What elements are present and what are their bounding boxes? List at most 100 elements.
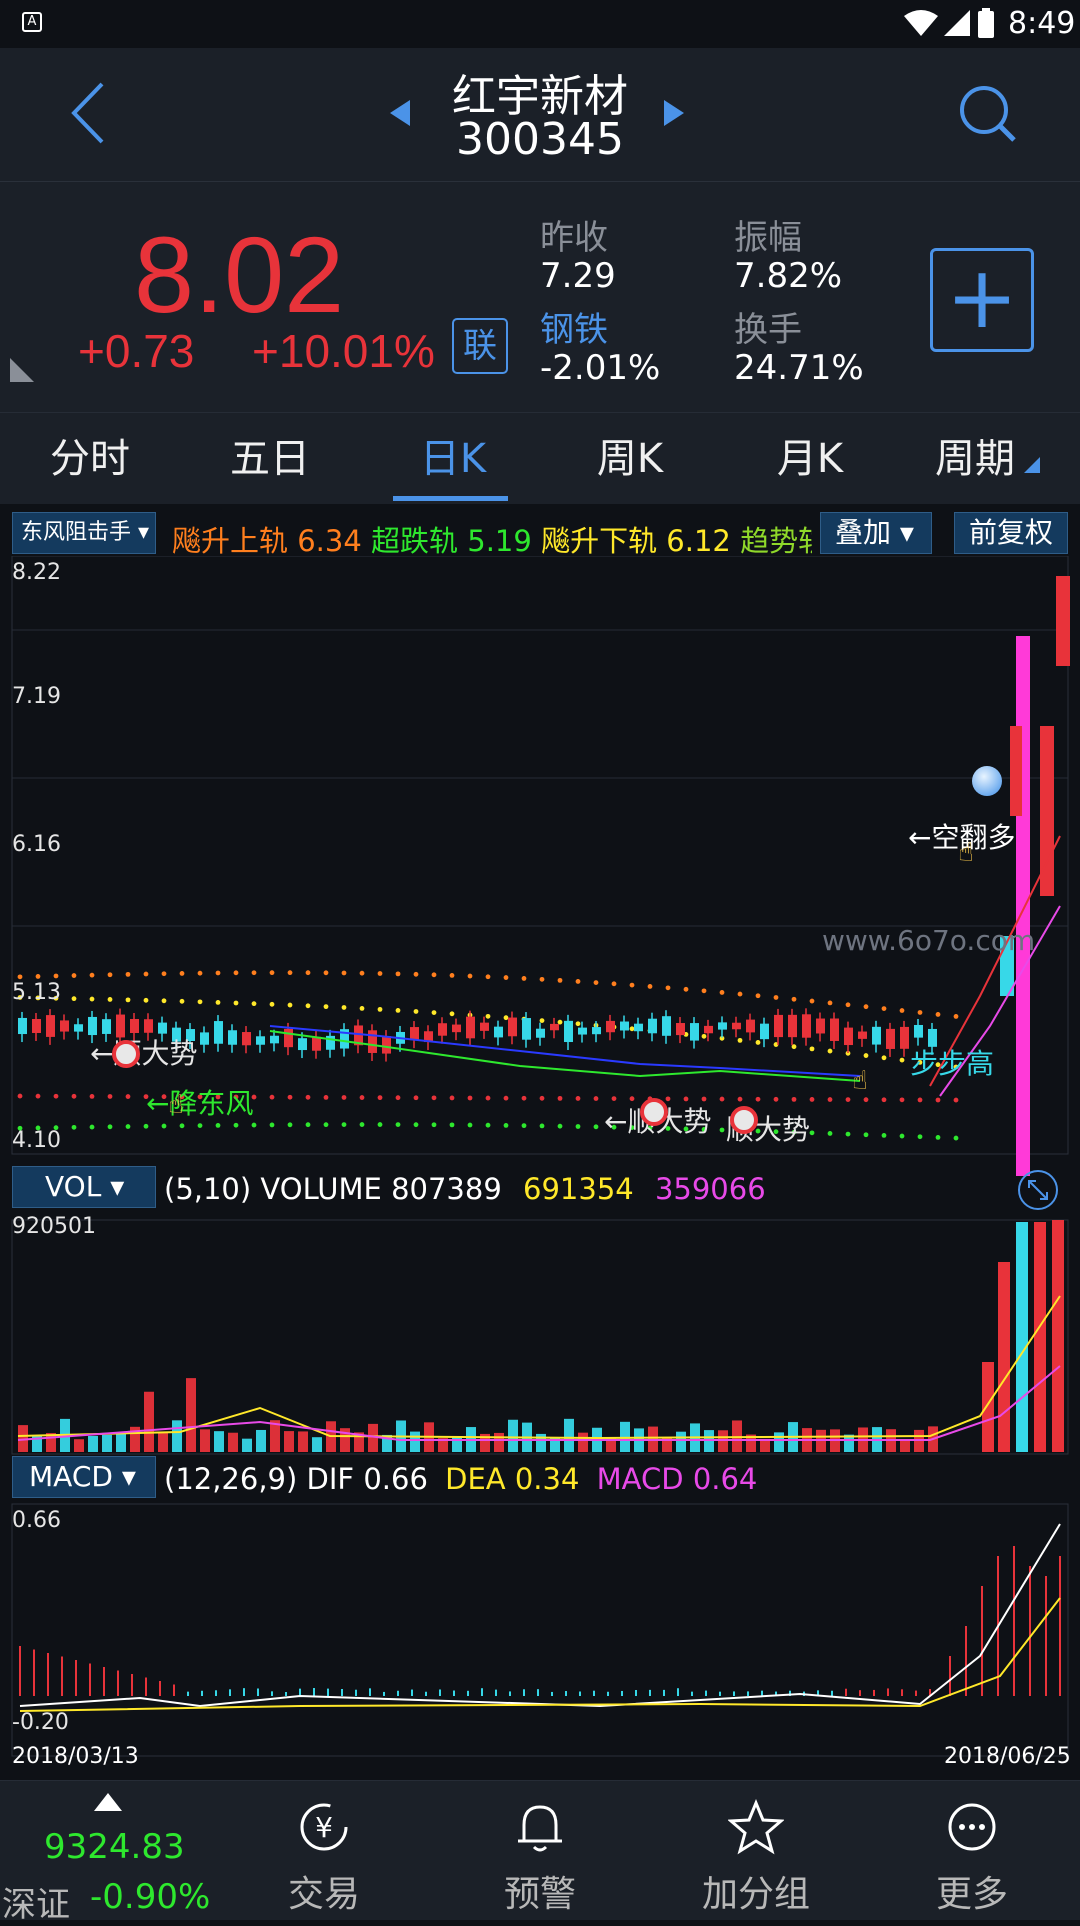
tab-day-k[interactable]: 日K bbox=[373, 413, 533, 505]
trend-band-dot bbox=[755, 1096, 761, 1102]
dif-label: DIF bbox=[306, 1462, 355, 1496]
tab-five-day[interactable]: 五日 bbox=[190, 413, 350, 505]
candle-body bbox=[60, 1020, 69, 1032]
trend-band-dot bbox=[431, 1095, 437, 1101]
candle-body bbox=[438, 1023, 447, 1036]
main-indicator-legend: 飚升上轨 6.34 超跌轨 5.19 飚升下轨 6.12 趋势轨 bbox=[172, 518, 812, 560]
sector-link[interactable]: 钢铁 bbox=[540, 302, 608, 351]
oversold-band-dot bbox=[71, 1124, 77, 1130]
lower-band-dot bbox=[197, 999, 203, 1005]
overlay-button[interactable]: 叠加 ▾ bbox=[820, 512, 932, 554]
star-icon[interactable] bbox=[728, 1799, 784, 1855]
upper-band-dot bbox=[863, 1004, 869, 1010]
oversold-band-dot bbox=[863, 1132, 869, 1138]
more-icon[interactable] bbox=[946, 1801, 998, 1853]
lower-band-dot bbox=[701, 1033, 707, 1039]
oversold-band-dot bbox=[809, 1130, 815, 1136]
period-tabs: 分时 五日 日K 周K 月K 周期 bbox=[0, 412, 1080, 504]
trend-band-dot bbox=[467, 1095, 473, 1101]
candle-body bbox=[648, 1018, 657, 1034]
expand-corner-icon[interactable] bbox=[10, 358, 34, 382]
dea-label: DEA bbox=[445, 1462, 506, 1496]
trend-band-dot bbox=[863, 1097, 869, 1103]
lower-band-dot bbox=[125, 997, 131, 1003]
candle-body bbox=[1016, 636, 1030, 1176]
candle-body bbox=[606, 1020, 615, 1033]
upper-band-dot bbox=[449, 972, 455, 978]
lower-band-dot bbox=[89, 996, 95, 1002]
main-indicator-selector[interactable]: 东风阻击手 ▾ bbox=[12, 512, 156, 554]
chevron-down-icon: ▾ bbox=[131, 520, 150, 545]
upper-band-dot bbox=[35, 974, 41, 979]
active-tab-indicator bbox=[393, 496, 508, 501]
oversold-band-dot bbox=[575, 1124, 581, 1129]
volume-ma10: 359066 bbox=[654, 1172, 766, 1206]
bottom-nav: 9324.83 深证 -0.90% ¥ 交易 预警 加分组 更多 bbox=[0, 1780, 1080, 1925]
top-bar: 红宇新材 300345 bbox=[0, 48, 1080, 182]
trend-band-dot bbox=[53, 1093, 59, 1099]
volume-bar bbox=[312, 1437, 322, 1452]
volume-indicator-label: VOL bbox=[45, 1170, 102, 1203]
lower-band-dot bbox=[539, 1018, 545, 1024]
status-bar: A 8:49 bbox=[0, 0, 1080, 48]
oversold-band-dot bbox=[449, 1122, 455, 1128]
nav-trade[interactable]: 交易 bbox=[244, 1865, 404, 1917]
oversold-band-dot bbox=[161, 1123, 167, 1129]
lower-band-dot bbox=[305, 1003, 311, 1009]
oversold-band-dot bbox=[953, 1135, 959, 1141]
volume-bar bbox=[982, 1362, 994, 1452]
trend-band-dot bbox=[71, 1093, 77, 1099]
upper-band-dot bbox=[809, 998, 815, 1004]
candle-body bbox=[578, 1027, 587, 1035]
oversold-band-dot bbox=[359, 1122, 365, 1127]
upper-band-dot bbox=[53, 973, 59, 979]
bell-icon[interactable] bbox=[514, 1801, 566, 1855]
nav-more[interactable]: 更多 bbox=[892, 1865, 1052, 1917]
lower-band-dot bbox=[737, 1037, 743, 1043]
lower-band-dot bbox=[287, 1002, 293, 1008]
oversold-band-dot bbox=[935, 1134, 941, 1140]
tab-month-k[interactable]: 月K bbox=[730, 413, 890, 505]
trend-band-dot bbox=[395, 1095, 401, 1101]
lower-band-dot bbox=[341, 1005, 347, 1010]
back-icon[interactable] bbox=[68, 80, 108, 146]
fullscreen-icon[interactable] bbox=[1016, 1168, 1060, 1212]
nav-alert[interactable]: 预警 bbox=[460, 1865, 620, 1917]
search-icon[interactable] bbox=[958, 84, 1018, 144]
watermark: www.6o7o.com bbox=[822, 924, 1036, 957]
candle-body bbox=[312, 1036, 321, 1051]
trend-band-dot bbox=[107, 1094, 113, 1099]
lower-band-dot bbox=[233, 1000, 239, 1006]
trade-icon[interactable]: ¥ bbox=[298, 1801, 350, 1853]
link-button[interactable]: 联 bbox=[452, 318, 508, 374]
kline-chart[interactable] bbox=[0, 556, 1080, 1780]
volume-indicator-selector[interactable]: VOL ▾ bbox=[12, 1166, 156, 1208]
nav-add-group[interactable]: 加分组 bbox=[676, 1865, 836, 1917]
upper-band-dot bbox=[881, 1006, 887, 1011]
expand-up-icon[interactable] bbox=[94, 1793, 122, 1811]
lower-band-dot bbox=[629, 1026, 635, 1032]
macd-value: 0.64 bbox=[692, 1462, 758, 1496]
candle-body bbox=[466, 1016, 475, 1039]
add-watchlist-button[interactable]: + bbox=[930, 248, 1034, 352]
upper-band-dot bbox=[341, 970, 347, 976]
date-end: 2018/06/25 bbox=[944, 1744, 1071, 1769]
tab-minute[interactable]: 分时 bbox=[10, 413, 170, 505]
upper-band-dot bbox=[683, 986, 689, 992]
trend-band-dot bbox=[521, 1095, 527, 1101]
hand-pointer-icon: ☝ bbox=[958, 838, 974, 868]
period-dropdown-icon bbox=[1024, 457, 1040, 473]
lower-band-dot bbox=[179, 998, 185, 1004]
candle-body bbox=[256, 1036, 265, 1045]
legend-value-upper: 6.34 bbox=[297, 524, 362, 558]
candle-body bbox=[620, 1021, 629, 1031]
oversold-band-dot bbox=[593, 1124, 599, 1130]
adjust-button[interactable]: 前复权 bbox=[954, 512, 1068, 554]
tab-week-k[interactable]: 周K bbox=[550, 413, 710, 505]
macd-indicator-selector[interactable]: MACD ▾ bbox=[12, 1456, 156, 1498]
next-stock-icon[interactable] bbox=[664, 100, 684, 126]
oversold-band-dot bbox=[143, 1123, 149, 1129]
candle-body bbox=[130, 1019, 139, 1033]
lower-band-dot bbox=[107, 997, 113, 1002]
candle-body bbox=[550, 1023, 559, 1031]
